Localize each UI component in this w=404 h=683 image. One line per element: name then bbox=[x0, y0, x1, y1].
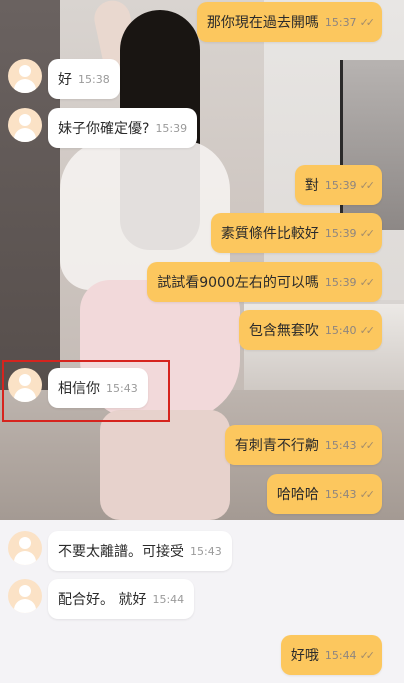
double-check-icon: ✓✓ bbox=[359, 438, 376, 452]
message-row-incoming: 配合好。 就好 15:44 bbox=[8, 579, 195, 619]
outgoing-message-bubble[interactable]: 素質條件比較好 15:39 ✓✓ bbox=[210, 213, 382, 253]
message-row-outgoing: 包含無套吹 15:40 ✓✓ bbox=[238, 310, 382, 350]
message-text: 哈哈哈 bbox=[276, 487, 319, 503]
message-text: 對 bbox=[304, 178, 319, 194]
message-row-outgoing: 好哦 15:44 ✓✓ bbox=[280, 635, 382, 675]
double-check-icon: ✓✓ bbox=[359, 178, 376, 192]
message-text: 素質條件比較好 bbox=[220, 226, 319, 242]
message-row-outgoing: 素質條件比較好 15:39 ✓✓ bbox=[210, 213, 382, 253]
message-time: 15:44 bbox=[152, 592, 185, 606]
double-check-icon: ✓✓ bbox=[359, 323, 376, 337]
highlight-annotation-box bbox=[2, 360, 170, 422]
outgoing-message-bubble[interactable]: 好哦 15:44 ✓✓ bbox=[280, 635, 382, 675]
incoming-message-bubble[interactable]: 不要太離譜。可接受 15:43 bbox=[48, 531, 232, 571]
message-text: 好哦 bbox=[290, 648, 319, 664]
message-text: 妹子你確定優? bbox=[58, 121, 150, 137]
chat-message-list[interactable]: 那你現在過去開嗎 15:37 ✓✓ 好 15:38 妹子你確定優? 15:39 … bbox=[0, 0, 404, 683]
message-row-incoming: 不要太離譜。可接受 15:43 bbox=[8, 531, 232, 571]
message-row-outgoing: 試試看9000左右的可以嗎 15:39 ✓✓ bbox=[147, 262, 382, 302]
outgoing-message-bubble[interactable]: 包含無套吹 15:40 ✓✓ bbox=[238, 310, 382, 350]
double-check-icon: ✓✓ bbox=[359, 648, 376, 662]
message-time: 15:43 bbox=[190, 544, 222, 558]
message-time: 15:43 bbox=[324, 438, 357, 452]
message-row-outgoing: 對 15:39 ✓✓ bbox=[294, 165, 382, 205]
incoming-message-bubble[interactable]: 妹子你確定優? 15:39 bbox=[48, 108, 198, 148]
message-text: 不要太離譜。可接受 bbox=[58, 544, 184, 560]
message-row-incoming: 好 15:38 bbox=[8, 59, 120, 99]
double-check-icon: ✓✓ bbox=[359, 275, 376, 289]
message-time: 15:39 bbox=[155, 121, 188, 135]
user-avatar-icon[interactable] bbox=[8, 108, 42, 142]
message-text: 配合好。 就好 bbox=[58, 592, 147, 608]
incoming-message-bubble[interactable]: 配合好。 就好 15:44 bbox=[48, 579, 195, 619]
message-time: 15:39 bbox=[324, 178, 357, 192]
outgoing-message-bubble[interactable]: 有刺青不行齁 15:43 ✓✓ bbox=[224, 425, 382, 465]
message-row-outgoing: 有刺青不行齁 15:43 ✓✓ bbox=[224, 425, 382, 465]
message-text: 好 bbox=[58, 72, 72, 88]
message-time: 15:44 bbox=[324, 648, 357, 662]
user-avatar-icon[interactable] bbox=[8, 579, 42, 613]
message-text: 有刺青不行齁 bbox=[234, 438, 319, 454]
incoming-message-bubble[interactable]: 好 15:38 bbox=[48, 59, 120, 99]
user-avatar-icon[interactable] bbox=[8, 531, 42, 565]
double-check-icon: ✓✓ bbox=[359, 226, 376, 240]
message-row-outgoing: 哈哈哈 15:43 ✓✓ bbox=[266, 474, 382, 514]
outgoing-message-bubble[interactable]: 那你現在過去開嗎 15:37 ✓✓ bbox=[196, 2, 382, 42]
message-time: 15:40 bbox=[324, 323, 357, 337]
message-text: 包含無套吹 bbox=[248, 323, 319, 339]
outgoing-message-bubble[interactable]: 試試看9000左右的可以嗎 15:39 ✓✓ bbox=[147, 262, 382, 302]
message-text: 試試看9000左右的可以嗎 bbox=[157, 275, 319, 291]
message-row-incoming: 妹子你確定優? 15:39 bbox=[8, 108, 198, 148]
outgoing-message-bubble[interactable]: 對 15:39 ✓✓ bbox=[294, 165, 382, 205]
message-time: 15:39 bbox=[324, 275, 357, 289]
message-row-outgoing: 那你現在過去開嗎 15:37 ✓✓ bbox=[196, 2, 382, 42]
double-check-icon: ✓✓ bbox=[359, 487, 376, 501]
message-time: 15:38 bbox=[78, 72, 110, 86]
message-time: 15:43 bbox=[324, 487, 357, 501]
message-time: 15:37 bbox=[324, 15, 357, 29]
outgoing-message-bubble[interactable]: 哈哈哈 15:43 ✓✓ bbox=[266, 474, 382, 514]
user-avatar-icon[interactable] bbox=[8, 59, 42, 93]
double-check-icon: ✓✓ bbox=[359, 15, 376, 29]
message-text: 那你現在過去開嗎 bbox=[206, 15, 319, 31]
message-time: 15:39 bbox=[324, 226, 357, 240]
